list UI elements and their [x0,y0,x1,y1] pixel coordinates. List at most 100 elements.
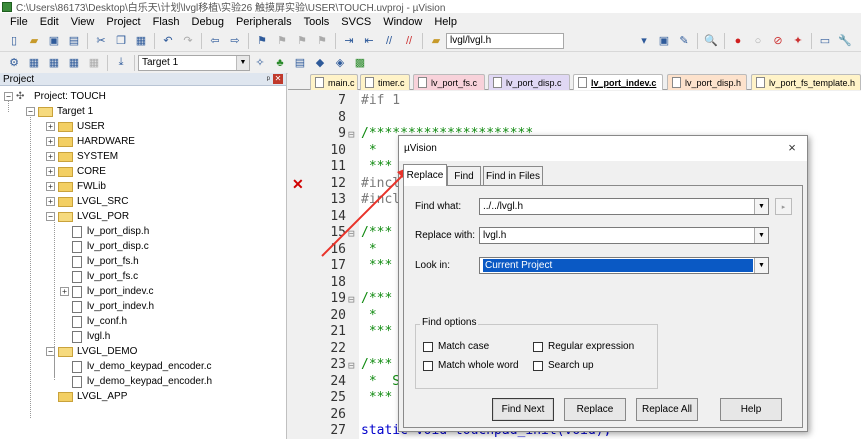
tab-lv-port-disp-h[interactable]: lv_port_disp.h [667,74,747,90]
translate-icon[interactable]: ⚙ [6,55,22,71]
fold-marker-icon[interactable]: ⊟ [348,293,355,306]
tab-lv-port-fs-c[interactable]: lv_port_fs.c [413,74,485,90]
file-extensions-icon[interactable]: ▤ [292,55,308,71]
tab-timer-c[interactable]: timer.c [360,74,410,90]
file-lv-conf-h[interactable]: lv_conf.h [72,314,127,329]
select-packs-icon[interactable]: ◆ [312,55,328,71]
manage-components-icon[interactable]: ♣ [272,55,288,71]
rebuild-icon[interactable]: ▦ [46,55,62,71]
rte-icon[interactable]: ▩ [352,55,368,71]
collapse-icon[interactable]: − [46,347,55,356]
menu-tools[interactable]: Tools [298,16,336,28]
file-lv-port-disp-c[interactable]: lv_port_disp.c [72,239,149,254]
uncomment-icon[interactable]: // [401,33,417,49]
tab-lv-port-disp-c[interactable]: lv_port_disp.c [488,74,570,90]
expand-icon[interactable]: + [46,122,55,131]
next-bookmark-icon[interactable]: ⚑ [294,33,310,49]
download-icon[interactable]: ⤓ [113,55,129,71]
insert-template-icon[interactable]: ▣ [656,33,672,49]
prev-bookmark-icon[interactable]: ⚑ [274,33,290,49]
file-lv-port-indev-c[interactable]: + lv_port_indev.c [60,284,154,299]
group-lvgl-demo[interactable]: − LVGL_DEMO [46,344,137,359]
group-lvgl-por[interactable]: − LVGL_POR [46,209,129,224]
expand-icon[interactable]: + [46,197,55,206]
new-file-icon[interactable]: ▯ [6,33,22,49]
file-lv-port-indev-h[interactable]: lv_port_indev.h [72,299,154,314]
tab-find-in-files[interactable]: Find in Files [483,166,543,185]
fold-marker-icon[interactable]: ⊟ [348,359,355,372]
replace-all-button[interactable]: Replace All [636,398,698,421]
file-lv-port-fs-c[interactable]: lv_port_fs.c [72,269,138,284]
expand-icon[interactable]: + [46,182,55,191]
find-combo[interactable]: lvgl/lvgl.h [446,32,564,49]
menu-debug[interactable]: Debug [186,16,230,28]
close-icon[interactable]: × [785,141,799,155]
group-core[interactable]: + CORE [46,164,106,179]
pin-icon[interactable]: ᵖ [267,74,270,84]
tab-lv-port-fs-template-h[interactable]: lv_port_fs_template.h [751,74,861,90]
file-lv-port-disp-h[interactable]: lv_port_disp.h [72,224,149,239]
find-what-field[interactable]: ../../lvgl.h ▼ [479,198,769,215]
regular-expression-checkbox[interactable]: Regular expression [533,341,634,352]
menu-project[interactable]: Project [100,16,146,28]
fold-marker-icon[interactable]: ⊟ [348,128,355,141]
group-hardware[interactable]: + HARDWARE [46,134,135,149]
fold-marker-icon[interactable]: ⊟ [348,227,355,240]
tab-replace[interactable]: Replace [403,164,447,186]
menu-file[interactable]: File [4,16,34,28]
target-select[interactable]: Target 1 ▼ [138,54,250,71]
project-root[interactable]: − ✣ Project: TOUCH [4,89,106,104]
zoom-icon[interactable]: 🔍 [703,33,719,49]
dropdown-arrow-icon[interactable]: ▼ [754,228,768,243]
comment-icon[interactable]: // [381,33,397,49]
target-node[interactable]: − Target 1 [26,104,93,119]
group-system[interactable]: + SYSTEM [46,149,118,164]
stop-build-icon[interactable]: ▦ [86,55,102,71]
match-whole-word-checkbox[interactable]: Match whole word [423,360,519,371]
paste-icon[interactable]: ▦ [133,33,149,49]
bookmark-icon[interactable]: ⚑ [254,33,270,49]
menu-svcs[interactable]: SVCS [335,16,377,28]
redo-icon[interactable]: ↷ [180,33,196,49]
menu-edit[interactable]: Edit [34,16,65,28]
dropdown-box-icon[interactable]: ▾ [636,33,652,49]
collapse-icon[interactable]: − [46,212,55,221]
nav-forward-icon[interactable]: ⇨ [227,33,243,49]
tab-main-c[interactable]: main.c [310,74,358,90]
expand-icon[interactable]: + [46,167,55,176]
debug-record-icon[interactable]: ● [730,33,746,49]
replace-with-field[interactable]: lvgl.h ▼ [479,227,769,244]
nav-back-icon[interactable]: ⇦ [207,33,223,49]
file-lv-port-fs-h[interactable]: lv_port_fs.h [72,254,139,269]
collapse-icon[interactable]: − [26,107,35,116]
tab-lv-port-indev-c[interactable]: lv_port_indev.c [573,74,663,90]
indent-icon[interactable]: ⇥ [341,33,357,49]
help-button[interactable]: Help [720,398,782,421]
search-up-checkbox[interactable]: Search up [533,360,594,371]
tab-find[interactable]: Find [447,166,481,185]
unindent-icon[interactable]: ⇤ [361,33,377,49]
batch-build-icon[interactable]: ▦ [66,55,82,71]
breakpoint-settings-icon[interactable]: ✦ [790,33,806,49]
dropdown-arrow-icon[interactable]: ▼ [754,258,768,273]
cut-icon[interactable]: ✂ [93,33,109,49]
regex-helper-button[interactable]: ▸ [775,198,792,215]
pen-icon[interactable]: ✎ [676,33,692,49]
file-lv-demo-keypad-encoder-h[interactable]: lv_demo_keypad_encoder.h [72,374,212,389]
clear-bookmarks-icon[interactable]: ⚑ [314,33,330,49]
replace-button[interactable]: Replace [564,398,626,421]
dropdown-arrow-icon[interactable]: ▼ [754,199,768,214]
expand-icon[interactable]: + [46,137,55,146]
group-lvgl-app[interactable]: LVGL_APP [58,389,127,404]
undo-icon[interactable]: ↶ [160,33,176,49]
collapse-icon[interactable]: − [4,92,13,101]
file-lvgl-h[interactable]: lvgl.h [72,329,110,344]
menu-window[interactable]: Window [377,16,428,28]
expand-icon[interactable]: + [46,152,55,161]
expand-icon[interactable]: + [60,287,69,296]
target-options-icon[interactable]: ✧ [252,55,268,71]
debug-circle-icon[interactable]: ○ [750,33,766,49]
find-next-button[interactable]: Find Next [492,398,554,421]
menu-help[interactable]: Help [428,16,463,28]
close-panel-icon[interactable]: ✕ [273,74,283,84]
